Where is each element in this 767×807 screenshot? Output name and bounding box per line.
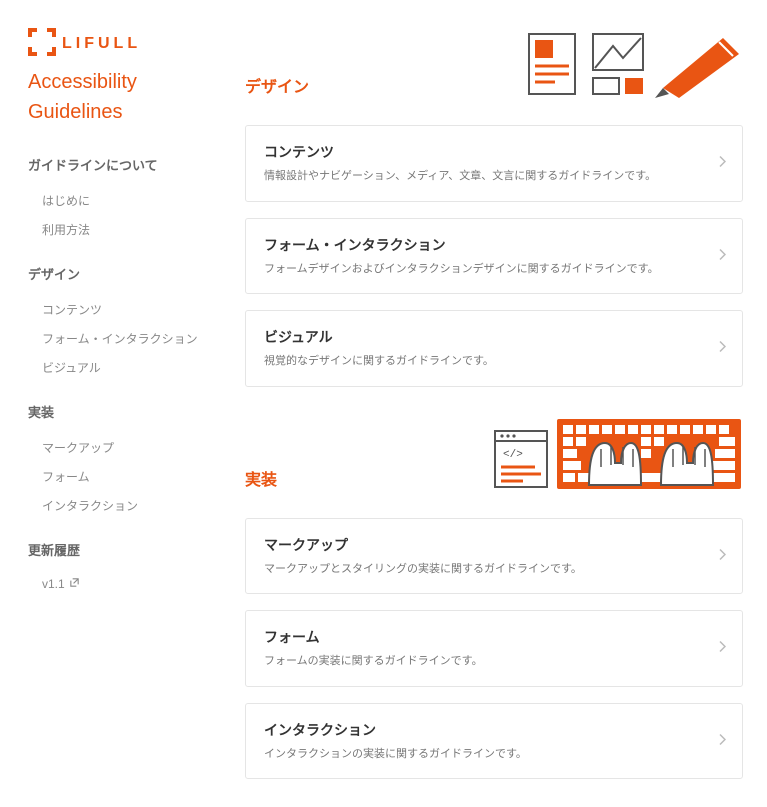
card-title: フォーム (264, 627, 702, 647)
nav-item-form[interactable]: フォーム (28, 462, 213, 491)
chevron-right-icon (719, 548, 726, 563)
nav-heading-changelog: 更新履歴 (28, 540, 213, 559)
card-desc: 視覚的なデザインに関するガイドラインです。 (264, 353, 702, 370)
main-content: デザイン (225, 0, 767, 807)
nav-item-contents[interactable]: コンテンツ (28, 295, 213, 324)
chevron-right-icon (719, 733, 726, 748)
nav-item-markup[interactable]: マークアップ (28, 433, 213, 462)
card-desc: フォームデザインおよびインタラクションデザインに関するガイドラインです。 (264, 261, 702, 278)
card-title: コンテンツ (264, 142, 702, 162)
section-design: デザイン (245, 28, 743, 387)
nav-item-intro[interactable]: はじめに (28, 186, 213, 215)
nav-heading-implementation: 実装 (28, 402, 213, 421)
chevron-right-icon (719, 341, 726, 356)
svg-text:</>: </> (503, 449, 523, 461)
nav-item-visual[interactable]: ビジュアル (28, 353, 213, 382)
section-implementation: 実装 </> (245, 415, 743, 780)
nav-item-usage[interactable]: 利用方法 (28, 215, 213, 244)
section-title-implementation: 実装 (245, 466, 277, 496)
design-illustration-icon (523, 28, 743, 103)
nav-heading-design: デザイン (28, 264, 213, 283)
brand-name: LIFULL (62, 35, 141, 53)
card-form[interactable]: フォーム フォームの実装に関するガイドラインです。 (245, 610, 743, 687)
card-interaction[interactable]: インタラクション インタラクションの実装に関するガイドラインです。 (245, 703, 743, 780)
card-desc: マークアップとスタイリングの実装に関するガイドラインです。 (264, 561, 702, 578)
card-title: インタラクション (264, 720, 702, 740)
section-title-design: デザイン (245, 73, 309, 103)
sidebar: LIFULL Accessibility Guidelines ガイドラインにつ… (0, 0, 225, 807)
site-title-line1: Accessibility (28, 67, 213, 97)
nav-item-version[interactable]: v1.1 (28, 571, 213, 597)
card-title: フォーム・インタラクション (264, 235, 702, 255)
chevron-right-icon (719, 641, 726, 656)
nav-heading-about: ガイドラインについて (28, 155, 213, 174)
card-title: ビジュアル (264, 327, 702, 347)
nav-item-interaction[interactable]: インタラクション (28, 491, 213, 520)
card-contents[interactable]: コンテンツ 情報設計やナビゲーション、メディア、文章、文言に関するガイドラインで… (245, 125, 743, 202)
card-desc: 情報設計やナビゲーション、メディア、文章、文言に関するガイドラインです。 (264, 168, 702, 185)
chevron-right-icon (719, 248, 726, 263)
external-link-icon (69, 577, 80, 591)
card-markup[interactable]: マークアップ マークアップとスタイリングの実装に関するガイドラインです。 (245, 518, 743, 595)
card-form-interaction[interactable]: フォーム・インタラクション フォームデザインおよびインタラクションデザインに関す… (245, 218, 743, 295)
card-desc: フォームの実装に関するガイドラインです。 (264, 653, 702, 670)
sidebar-nav: ガイドラインについて はじめに 利用方法 デザイン コンテンツ フォーム・インタ… (28, 155, 213, 597)
logo-brackets-icon (28, 28, 56, 59)
card-title: マークアップ (264, 535, 702, 555)
card-desc: インタラクションの実装に関するガイドラインです。 (264, 746, 702, 763)
chevron-right-icon (719, 156, 726, 171)
implementation-illustration-icon: </> (493, 415, 743, 496)
site-title-line2: Guidelines (28, 97, 213, 127)
nav-item-form-interaction[interactable]: フォーム・インタラクション (28, 324, 213, 353)
logo-block[interactable]: LIFULL Accessibility Guidelines (28, 28, 213, 127)
card-visual[interactable]: ビジュアル 視覚的なデザインに関するガイドラインです。 (245, 310, 743, 387)
